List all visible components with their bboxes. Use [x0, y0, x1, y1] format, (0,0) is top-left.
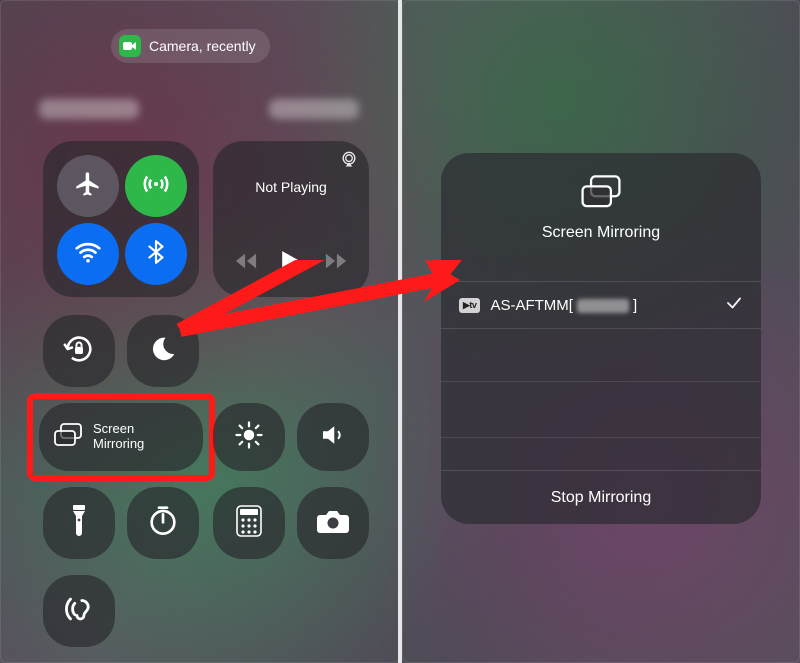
media-transport-controls: [213, 250, 369, 277]
privacy-indicator-label: Camera, recently: [149, 38, 256, 54]
redacted-status-left: [39, 99, 139, 119]
not-playing-label: Not Playing: [213, 179, 369, 195]
brightness-slider[interactable]: [213, 403, 285, 471]
camera-icon: [119, 35, 141, 57]
bluetooth-icon: [143, 239, 169, 270]
timer-icon: [147, 505, 179, 542]
accessibility-shortcut-button[interactable]: [43, 575, 115, 647]
airplane-mode-toggle[interactable]: [57, 155, 119, 217]
rewind-icon[interactable]: [235, 252, 257, 275]
brightness-icon: [234, 420, 264, 455]
redacted-text: [577, 299, 629, 313]
airplane-icon: [74, 170, 102, 203]
play-icon[interactable]: [281, 250, 301, 277]
flashlight-icon: [69, 505, 89, 542]
privacy-indicator-pill[interactable]: Camera, recently: [111, 29, 270, 63]
control-center-panel: Camera, recently Not: [0, 0, 400, 663]
do-not-disturb-button[interactable]: [127, 315, 199, 387]
camera-app-icon: [316, 508, 350, 539]
rotation-lock-icon: [62, 332, 96, 371]
calculator-icon: [236, 505, 262, 542]
timer-button[interactable]: [127, 487, 199, 559]
volume-slider[interactable]: [297, 403, 369, 471]
screen-mirroring-button[interactable]: Screen Mirroring: [39, 403, 203, 471]
hearing-icon: [62, 592, 96, 631]
screen-mirroring-dialog: Screen Mirroring ▶tv AS-AFTMM[] Stop Mir…: [441, 153, 761, 524]
volume-icon: [318, 420, 348, 455]
screen-mirroring-dialog-icon: [579, 196, 623, 213]
appletv-badge-icon: ▶tv: [459, 298, 480, 313]
connectivity-group[interactable]: [43, 141, 199, 297]
stop-mirroring-label: Stop Mirroring: [551, 489, 651, 507]
camera-button[interactable]: [297, 487, 369, 559]
cellular-data-toggle[interactable]: [125, 155, 187, 217]
screen-mirroring-label: Screen Mirroring: [93, 422, 144, 452]
dialog-header: Screen Mirroring: [441, 153, 761, 242]
rotation-lock-button[interactable]: [43, 315, 115, 387]
wifi-icon: [73, 237, 103, 272]
bluetooth-toggle[interactable]: [125, 223, 187, 285]
moon-icon: [148, 334, 178, 369]
airplay-audio-icon: [339, 149, 359, 174]
cellular-icon: [141, 169, 171, 204]
calculator-button[interactable]: [213, 487, 285, 559]
redacted-status-right: [269, 99, 359, 119]
flashlight-button[interactable]: [43, 487, 115, 559]
dialog-title: Screen Mirroring: [441, 224, 761, 242]
fast-forward-icon[interactable]: [325, 252, 347, 275]
now-playing-card[interactable]: Not Playing: [213, 141, 369, 297]
row-separator: [441, 381, 761, 382]
screen-mirroring-panel: Screen Mirroring ▶tv AS-AFTMM[] Stop Mir…: [402, 0, 800, 663]
screen-mirroring-icon: [53, 423, 83, 452]
device-name-label: AS-AFTMM[]: [490, 297, 637, 314]
checkmark-icon: [725, 294, 743, 317]
row-separator: [441, 437, 761, 438]
stop-mirroring-button[interactable]: Stop Mirroring: [441, 470, 761, 524]
wifi-toggle[interactable]: [57, 223, 119, 285]
mirroring-device-row[interactable]: ▶tv AS-AFTMM[]: [441, 281, 761, 329]
